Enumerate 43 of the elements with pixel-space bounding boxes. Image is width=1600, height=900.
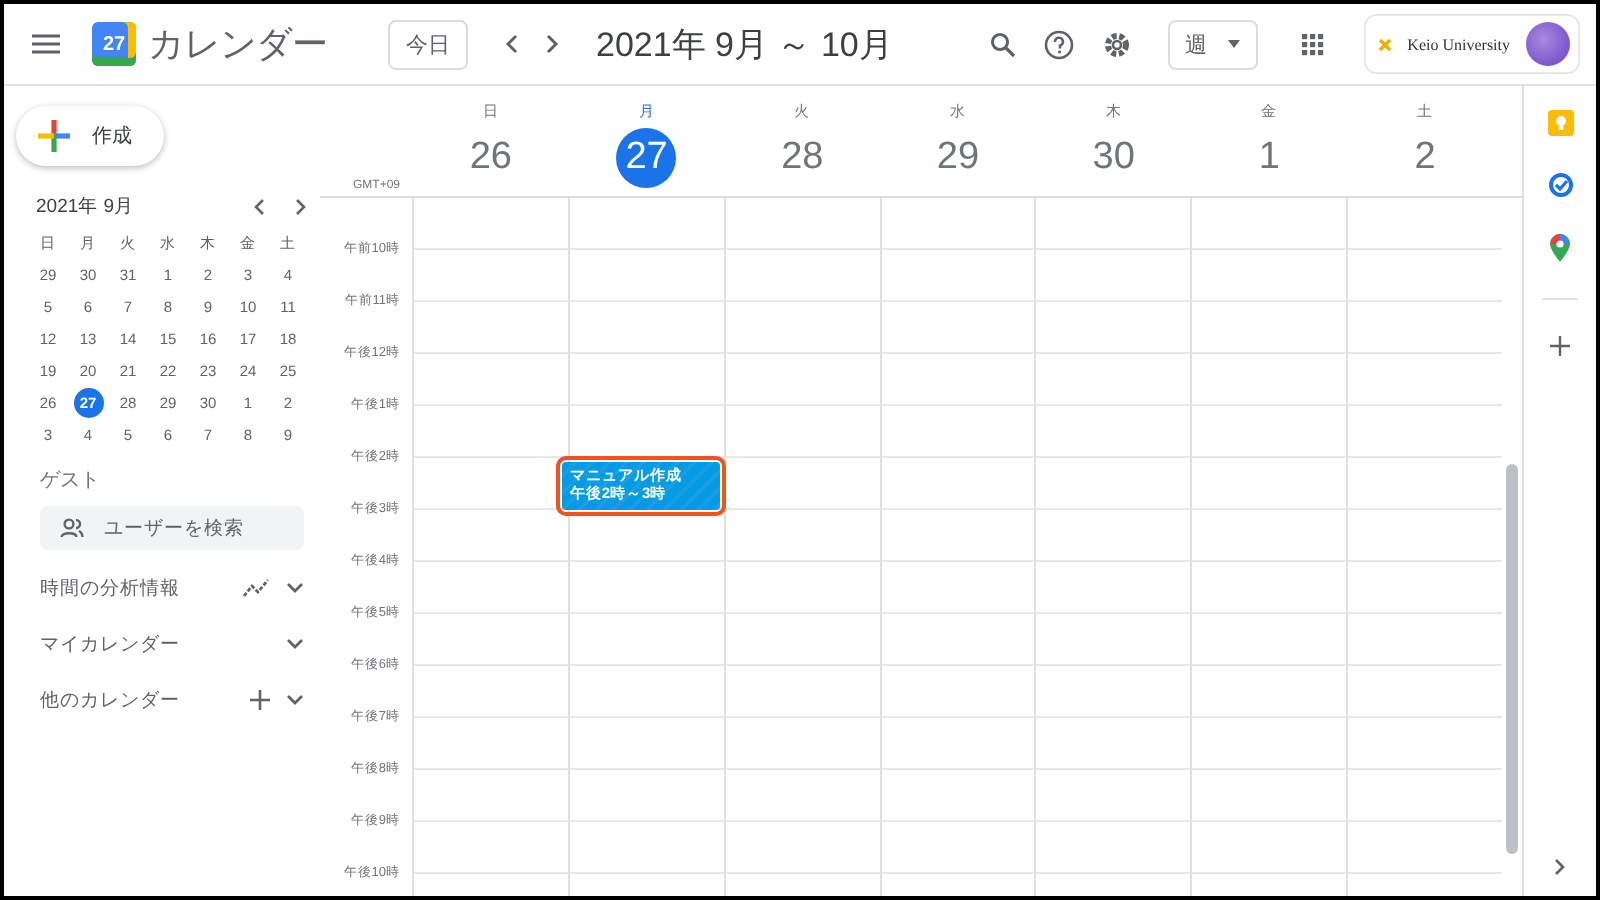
today-button[interactable]: 今日 <box>388 19 468 69</box>
search-users-field[interactable]: ユーザーを検索 <box>40 506 304 550</box>
calendar-logo: 27 <box>92 22 136 66</box>
day-number[interactable]: 30 <box>1083 128 1144 188</box>
day-number[interactable]: 28 <box>772 128 833 188</box>
help-icon[interactable] <box>1043 29 1074 59</box>
expand-icon[interactable] <box>286 694 304 706</box>
app-name: カレンダー <box>148 22 328 68</box>
section-heading[interactable]: 他のカレンダー <box>40 687 234 713</box>
map-pin-icon[interactable] <box>1550 234 1570 262</box>
date-range: 2021年 9月 ～ 10月 <box>596 23 893 67</box>
expand-icon[interactable] <box>286 582 304 594</box>
expand-icon[interactable] <box>286 638 304 650</box>
create-button[interactable]: 作成 <box>16 106 164 166</box>
chevron-left-icon[interactable] <box>504 34 520 54</box>
guests-heading: ゲスト <box>40 468 102 494</box>
add-icon[interactable] <box>250 690 270 710</box>
account-switcher[interactable]: Keio University <box>1363 14 1580 74</box>
day-number[interactable]: 29 <box>928 128 988 188</box>
mini-calendar-title: 2021年 9月 <box>36 194 135 220</box>
day-number[interactable]: 26 <box>460 128 521 188</box>
day-number[interactable]: 27 <box>616 128 677 188</box>
dropdown-arrow-icon <box>1227 40 1240 48</box>
day-number[interactable]: 1 <box>1239 128 1300 188</box>
chevron-right-icon[interactable] <box>544 34 560 54</box>
settings-icon[interactable] <box>1101 29 1132 59</box>
search-icon[interactable] <box>989 31 1016 57</box>
sparkle-chart-icon[interactable] <box>242 578 270 598</box>
chevron-right-icon[interactable] <box>1554 858 1566 876</box>
chevron-right-icon[interactable] <box>292 198 308 216</box>
apps-grid-icon[interactable] <box>1301 33 1324 55</box>
section-heading[interactable]: 時間の分析情報 <box>40 575 226 601</box>
day-number[interactable]: 2 <box>1395 128 1456 188</box>
menu-icon[interactable] <box>32 34 60 54</box>
plus-icon <box>36 118 72 154</box>
cross-mark-icon <box>1377 37 1392 51</box>
chevron-left-icon[interactable] <box>252 198 268 216</box>
view-dropdown[interactable]: 週 <box>1167 19 1258 69</box>
people-icon <box>60 518 84 538</box>
add-icon[interactable] <box>1550 336 1570 356</box>
checkmark-circle-icon[interactable] <box>1547 172 1573 198</box>
section-heading[interactable]: マイカレンダー <box>40 631 270 657</box>
scrollbar-thumb[interactable] <box>1506 464 1518 854</box>
